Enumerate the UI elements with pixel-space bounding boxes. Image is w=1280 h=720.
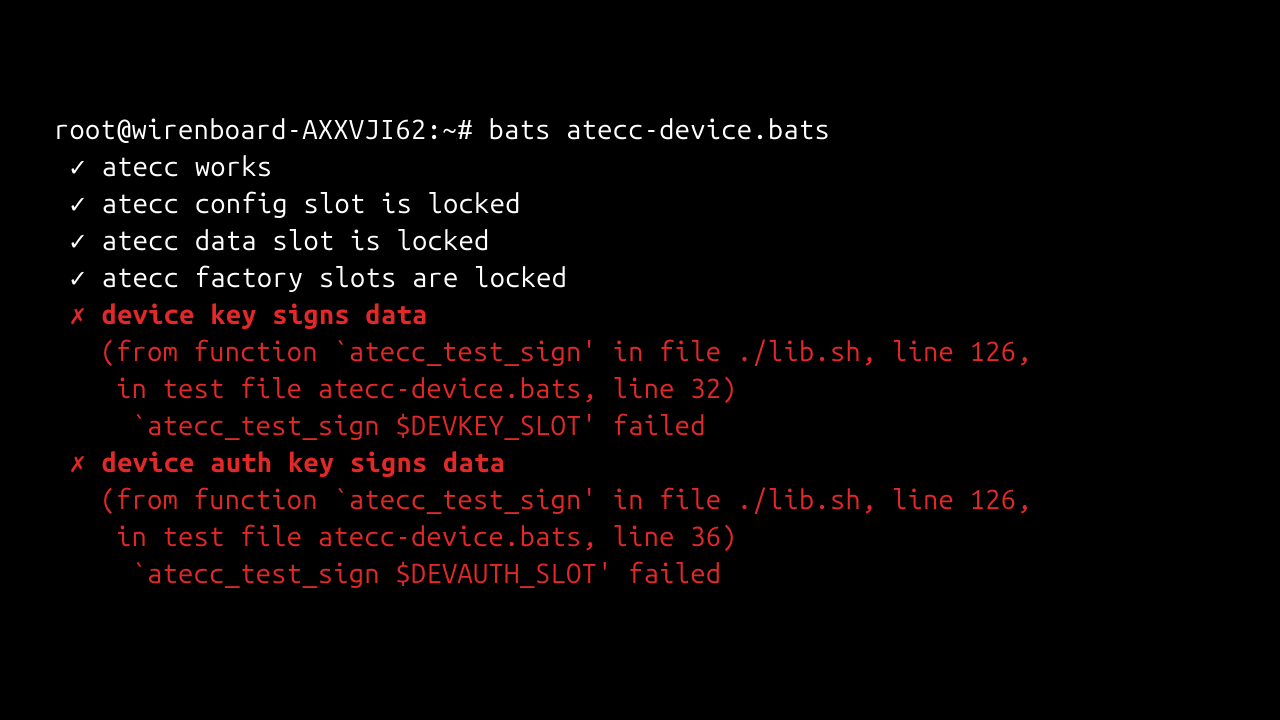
- cross-icon: ✗: [54, 300, 102, 330]
- test-name: atecc config slot is locked: [102, 189, 521, 219]
- test-name: device auth key signs data: [102, 448, 506, 478]
- test-name: atecc works: [102, 152, 273, 182]
- test-pass-line: ✓ atecc works: [54, 149, 1280, 186]
- test-fail-line: ✗ device auth key signs data: [54, 445, 1280, 482]
- check-icon: ✓: [54, 152, 102, 182]
- check-icon: ✓: [54, 226, 102, 256]
- check-icon: ✓: [54, 189, 102, 219]
- test-fail-detail: in test file atecc-device.bats, line 36): [54, 519, 1280, 556]
- test-pass-line: ✓ atecc config slot is locked: [54, 186, 1280, 223]
- test-pass-line: ✓ atecc factory slots are locked: [54, 260, 1280, 297]
- cross-icon: ✗: [54, 448, 102, 478]
- check-icon: ✓: [54, 263, 102, 293]
- test-fail-detail: (from function `atecc_test_sign' in file…: [54, 482, 1280, 519]
- test-name: device key signs data: [102, 300, 428, 330]
- shell-prompt-line: root@wirenboard-AXXVJI62:~# bats atecc-d…: [54, 112, 1280, 149]
- prompt-text: root@wirenboard-AXXVJI62:~# bats atecc-d…: [54, 115, 830, 145]
- terminal-output: root@wirenboard-AXXVJI62:~# bats atecc-d…: [54, 112, 1280, 593]
- test-fail-detail: `atecc_test_sign $DEVAUTH_SLOT' failed: [54, 556, 1280, 593]
- test-fail-detail: in test file atecc-device.bats, line 32): [54, 371, 1280, 408]
- test-pass-line: ✓ atecc data slot is locked: [54, 223, 1280, 260]
- test-name: atecc factory slots are locked: [102, 263, 568, 293]
- test-fail-detail: (from function `atecc_test_sign' in file…: [54, 334, 1280, 371]
- test-fail-detail: `atecc_test_sign $DEVKEY_SLOT' failed: [54, 408, 1280, 445]
- test-fail-line: ✗ device key signs data: [54, 297, 1280, 334]
- test-name: atecc data slot is locked: [102, 226, 490, 256]
